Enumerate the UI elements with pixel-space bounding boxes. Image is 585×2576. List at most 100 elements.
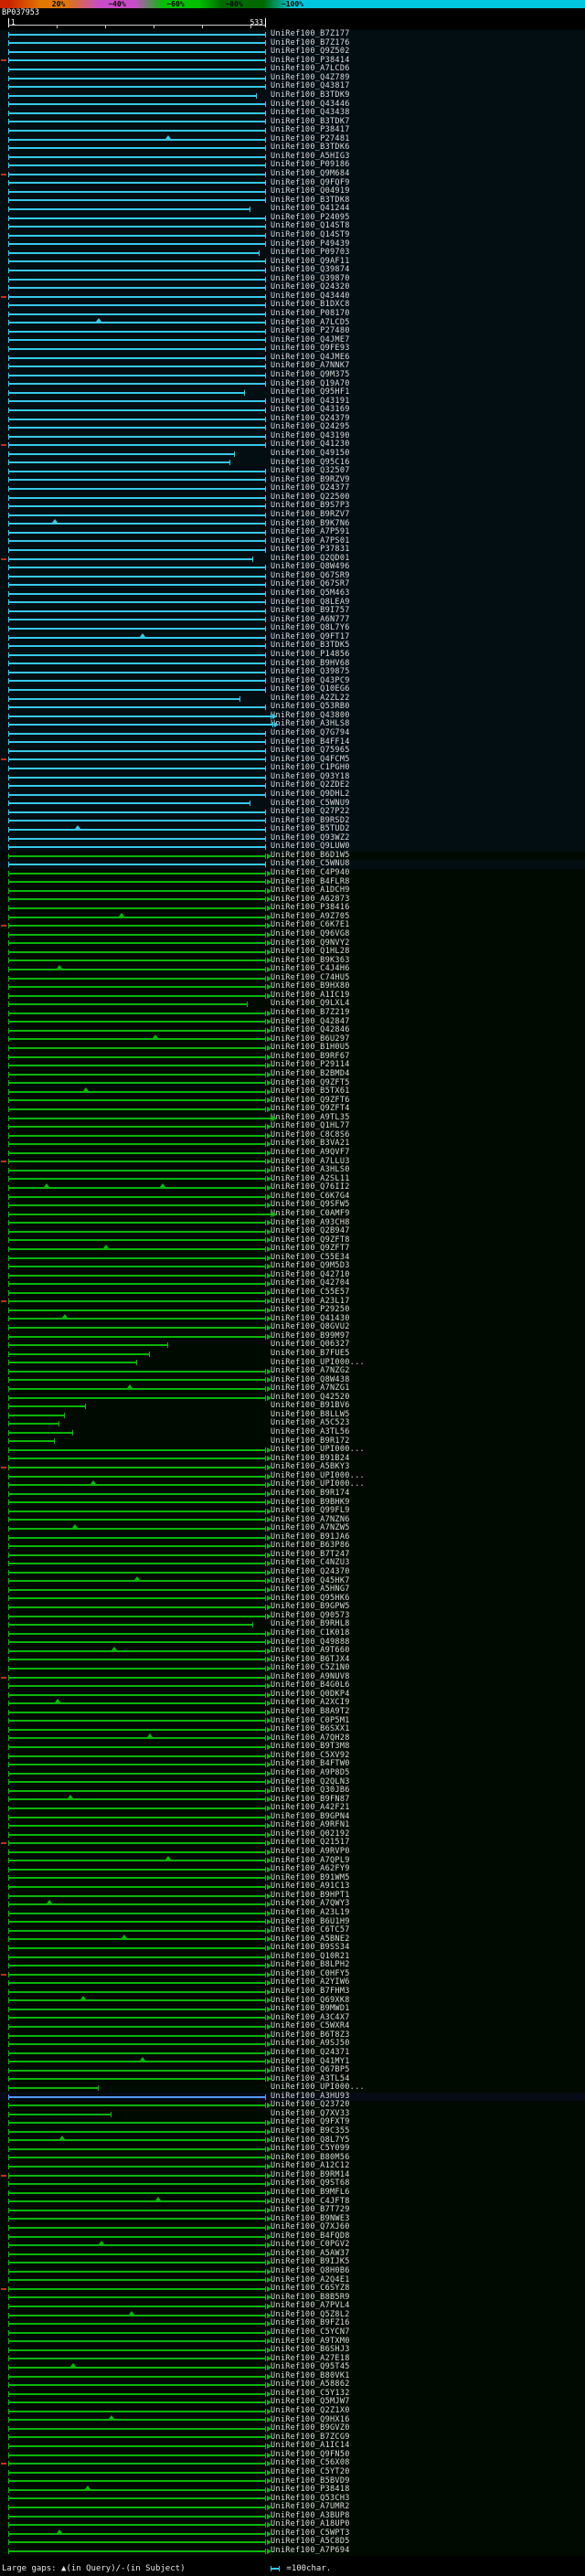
hit-bar[interactable] — [8, 40, 266, 47]
hit-bar[interactable] — [8, 364, 266, 370]
hit-bar[interactable] — [8, 311, 266, 317]
hit-bar[interactable] — [8, 2164, 271, 2170]
hit-bar[interactable] — [8, 2522, 271, 2528]
hit-bar[interactable] — [8, 1945, 271, 1951]
hit-bar[interactable] — [8, 460, 230, 466]
hit-bar[interactable] — [8, 1576, 271, 1585]
hit-bar[interactable] — [8, 67, 266, 73]
hit-bar[interactable] — [8, 1071, 271, 1077]
hit-bar[interactable] — [8, 1534, 271, 1541]
hit-bar[interactable] — [8, 389, 246, 396]
hit-bar[interactable] — [8, 1639, 271, 1646]
hit-bar[interactable] — [8, 215, 266, 221]
hit-bar[interactable] — [8, 1726, 271, 1733]
hit-bar[interactable] — [8, 2136, 271, 2144]
hit-bar[interactable] — [8, 2390, 271, 2397]
hit-bar[interactable] — [8, 2539, 271, 2546]
hit-bar[interactable] — [8, 1325, 271, 1331]
hit-bar[interactable] — [8, 451, 236, 457]
hit-bar[interactable] — [8, 958, 271, 964]
hit-bar[interactable] — [8, 1237, 271, 1244]
hit-bar[interactable] — [8, 964, 271, 972]
hit-bar[interactable] — [8, 1823, 271, 1829]
hit-bar[interactable] — [8, 1988, 271, 1995]
hit-bar[interactable] — [8, 1691, 271, 1698]
hit-bar[interactable] — [8, 1281, 271, 1288]
hit-bar[interactable] — [8, 1561, 271, 1567]
hit-bar[interactable] — [8, 1866, 271, 1872]
hit-bar[interactable] — [8, 730, 266, 737]
hit-bar[interactable] — [8, 774, 266, 780]
hit-bar[interactable] — [8, 346, 266, 353]
hit-bar[interactable] — [8, 145, 266, 152]
hit-bar[interactable] — [8, 119, 266, 125]
hit-bar[interactable] — [8, 197, 266, 204]
hit-bar[interactable] — [8, 824, 266, 832]
hit-bar[interactable] — [8, 1622, 253, 1628]
hit-bar[interactable] — [8, 1010, 271, 1016]
hit-bar[interactable] — [8, 2224, 271, 2231]
hit-bar[interactable] — [8, 2528, 271, 2537]
hit-bar[interactable] — [8, 678, 266, 684]
hit-bar[interactable] — [8, 2189, 271, 2196]
hit-bar[interactable] — [8, 2329, 271, 2336]
hit-bar[interactable] — [8, 2216, 271, 2222]
hit-bar[interactable] — [8, 302, 266, 309]
hit-bar[interactable] — [8, 494, 266, 501]
hit-bar[interactable] — [8, 2285, 271, 2292]
hit-bar[interactable] — [8, 241, 266, 248]
hit-bar[interactable] — [8, 1054, 271, 1060]
hit-bar[interactable] — [8, 887, 271, 894]
hit-bar[interactable] — [8, 1412, 66, 1418]
hit-bar[interactable] — [8, 2469, 271, 2475]
hit-bar[interactable] — [8, 1220, 271, 1226]
hit-bar[interactable] — [8, 1919, 271, 1925]
hit-bar[interactable] — [8, 1954, 271, 1960]
hit-bar[interactable] — [8, 1586, 271, 1593]
hit-bar[interactable] — [8, 416, 266, 422]
hit-bar[interactable] — [8, 1963, 271, 1969]
hit-bar[interactable] — [8, 1124, 271, 1130]
hit-bar[interactable] — [8, 1421, 60, 1427]
hit-bar[interactable] — [8, 1605, 271, 1611]
hit-bar[interactable] — [8, 1569, 271, 1575]
hit-bar[interactable] — [8, 870, 271, 876]
hit-bar[interactable] — [8, 2181, 271, 2188]
hit-bar[interactable] — [8, 1935, 271, 1943]
hit-bar[interactable] — [8, 809, 266, 815]
hit-bar[interactable] — [8, 48, 266, 55]
hit-bar[interactable] — [8, 1674, 271, 1680]
hit-bar[interactable] — [8, 2347, 271, 2353]
hit-bar[interactable] — [8, 1884, 271, 1891]
hit-bar[interactable] — [8, 931, 271, 938]
hit-bar[interactable] — [8, 1465, 271, 1471]
hit-bar[interactable] — [8, 705, 266, 711]
hit-bar[interactable] — [8, 1795, 271, 1803]
hit-bar[interactable] — [8, 1351, 151, 1357]
hit-bar[interactable] — [8, 844, 266, 851]
hit-bar[interactable] — [8, 546, 266, 553]
hit-bar[interactable] — [8, 1394, 271, 1401]
hit-bar[interactable] — [8, 267, 266, 273]
hit-bar[interactable] — [8, 477, 266, 483]
hit-bar[interactable] — [8, 2103, 271, 2109]
hit-bar[interactable] — [8, 2155, 271, 2161]
hit-bar[interactable] — [8, 2041, 271, 2048]
hit-bar[interactable] — [8, 127, 266, 133]
hit-bar[interactable] — [8, 31, 266, 37]
hit-bar[interactable] — [8, 2050, 271, 2056]
hit-bar[interactable] — [8, 2094, 266, 2100]
hit-bar[interactable] — [8, 1500, 271, 1506]
hit-bar[interactable] — [8, 232, 266, 239]
hit-bar[interactable] — [8, 879, 271, 885]
hit-bar[interactable] — [8, 1517, 271, 1523]
hit-bar[interactable] — [8, 1097, 271, 1104]
hit-bar[interactable] — [8, 1805, 271, 1811]
hit-bar[interactable] — [8, 669, 266, 675]
hit-bar[interactable] — [8, 1211, 277, 1217]
hit-bar[interactable] — [8, 372, 266, 378]
hit-bar[interactable] — [8, 2197, 271, 2205]
hit-bar[interactable] — [8, 1657, 271, 1663]
hit-bar[interactable] — [8, 1150, 271, 1156]
hit-bar[interactable] — [8, 512, 266, 518]
